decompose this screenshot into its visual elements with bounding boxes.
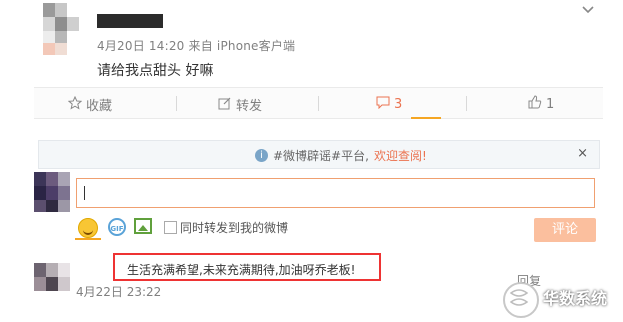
favorite-button[interactable]: 收藏 (67, 95, 113, 114)
poster-avatar[interactable] (43, 3, 79, 55)
post-text: 请给我点甜头 好嘛 (97, 63, 214, 79)
text-caret (84, 186, 85, 200)
like-count: 1 (546, 96, 555, 112)
comment-count: 3 (394, 96, 403, 112)
chevron-down-icon[interactable] (582, 2, 594, 18)
repost-label: 转发 (236, 99, 263, 114)
close-icon[interactable]: × (577, 146, 588, 161)
repost-button[interactable]: 转发 (218, 95, 262, 114)
like-button[interactable]: 1 (528, 95, 554, 113)
active-tab-indicator (411, 117, 441, 119)
comment-icon (376, 95, 390, 113)
action-bar: 收藏 转发 3 1 (34, 87, 603, 119)
edit-icon (218, 96, 232, 114)
submit-comment-button[interactable]: 评论 (534, 218, 596, 242)
favorite-label: 收藏 (86, 99, 113, 114)
comment-date: 4月22日 23:22 (76, 285, 162, 299)
comment-input[interactable] (76, 178, 595, 208)
comment-button[interactable]: 3 (376, 95, 402, 113)
comment-text: 生活充满希望,未来充满期待,加油呀乔老板! (127, 263, 356, 277)
emoji-active-underline (75, 238, 101, 240)
info-icon: i (255, 149, 268, 162)
image-icon[interactable] (134, 218, 152, 234)
notice-bar: i #微博辟谣#平台, 欢迎查阅! × (38, 140, 600, 169)
username-redacted[interactable] (97, 14, 163, 28)
notice-link[interactable]: 欢迎查阅! (374, 147, 427, 164)
repost-checkbox-label[interactable]: 同时转发到我的微博 (180, 219, 288, 236)
thumbs-up-icon (528, 95, 542, 113)
star-icon (67, 95, 83, 114)
repost-checkbox[interactable] (164, 221, 177, 234)
commenter-avatar[interactable] (34, 172, 70, 212)
notice-text: #微博辟谣#平台, (273, 149, 369, 163)
watermark-text: 华数系统 (543, 289, 608, 308)
post-meta: 4月20日 14:20 来自 iPhone客户端 (97, 39, 296, 53)
comment-text-highlight: 生活充满希望,未来充满期待,加油呀乔老板! (113, 253, 381, 281)
watermark-logo-icon (503, 282, 539, 318)
comment-avatar[interactable] (34, 263, 70, 291)
emoji-icon[interactable] (78, 218, 98, 238)
gif-icon[interactable]: GIF (108, 218, 126, 236)
